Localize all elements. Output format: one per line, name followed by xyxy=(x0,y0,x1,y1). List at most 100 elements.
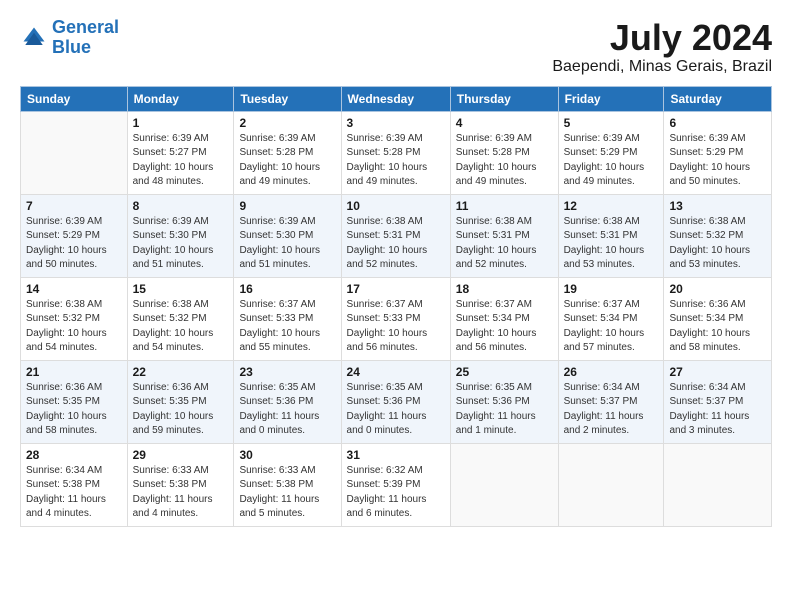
calendar-week-row: 1Sunrise: 6:39 AMSunset: 5:27 PMDaylight… xyxy=(21,111,772,194)
col-sunday: Sunday xyxy=(21,86,128,111)
day-number: 3 xyxy=(347,116,445,130)
table-row: 21Sunrise: 6:36 AMSunset: 5:35 PMDayligh… xyxy=(21,360,128,443)
table-row: 12Sunrise: 6:38 AMSunset: 5:31 PMDayligh… xyxy=(558,194,664,277)
day-number: 15 xyxy=(133,282,229,296)
table-row xyxy=(21,111,128,194)
day-detail: Sunrise: 6:34 AMSunset: 5:37 PMDaylight:… xyxy=(669,381,766,439)
day-number: 24 xyxy=(347,365,445,379)
table-row: 1Sunrise: 6:39 AMSunset: 5:27 PMDaylight… xyxy=(127,111,234,194)
table-row: 9 Sunrise: 6:39 AMSunset: 5:30 PMDaylight… xyxy=(234,194,341,277)
table-row: 4 Sunrise: 6:39 AMSunset: 5:28 PMDaylight… xyxy=(450,111,558,194)
day-detail: Sunrise: 6:38 AMSunset: 5:31 PMDaylight:… xyxy=(564,215,659,273)
day-detail: Sunrise: 6:37 AMSunset: 5:34 PMDaylight:… xyxy=(456,298,553,356)
day-detail: Sunrise: 6:34 AMSunset: 5:38 PMDaylight:… xyxy=(26,464,122,522)
day-number: 4 xyxy=(456,116,553,130)
table-row: 30 Sunrise: 6:33 AMSunset: 5:38 PMDayligh… xyxy=(234,443,341,526)
day-number: 11 xyxy=(456,199,553,213)
day-detail: Sunrise: 6:33 AMSunset: 5:38 PMDaylight:… xyxy=(239,464,335,522)
day-detail: Sunrise: 6:35 AMSunset: 5:36 PMDaylight:… xyxy=(347,381,445,439)
day-detail: Sunrise: 6:39 AMSunset: 5:29 PMDaylight:… xyxy=(669,132,766,190)
day-number: 20 xyxy=(669,282,766,296)
table-row xyxy=(558,443,664,526)
header: General Blue July 2024 Baependi, Minas G… xyxy=(20,18,772,76)
day-detail: Sunrise: 6:32 AMSunset: 5:39 PMDaylight:… xyxy=(347,464,445,522)
day-number: 27 xyxy=(669,365,766,379)
table-row: 28 Sunrise: 6:34 AMSunset: 5:38 PMDayligh… xyxy=(21,443,128,526)
day-number: 25 xyxy=(456,365,553,379)
calendar-week-row: 21 Sunrise: 6:36 AMSunset: 5:35 PMDayligh… xyxy=(21,360,772,443)
table-row: 10Sunrise: 6:38 AMSunset: 5:31 PMDayligh… xyxy=(341,194,450,277)
day-number: 5 xyxy=(564,116,659,130)
logo-text: General Blue xyxy=(52,18,119,58)
table-row: 7 Sunrise: 6:39 AMSunset: 5:29 PMDaylight… xyxy=(21,194,128,277)
table-row: 19 Sunrise: 6:37 AMSunset: 5:34 PMDayligh… xyxy=(558,277,664,360)
page-title: July 2024 xyxy=(552,18,772,58)
day-detail: Sunrise: 6:39 AMSunset: 5:30 PMDaylight:… xyxy=(239,215,335,273)
day-detail: Sunrise: 6:33 AMSunset: 5:38 PMDaylight:… xyxy=(133,464,229,522)
day-number: 26 xyxy=(564,365,659,379)
calendar-table: Sunday Monday Tuesday Wednesday Thursday… xyxy=(20,86,772,527)
calendar-week-row: 28 Sunrise: 6:34 AMSunset: 5:38 PMDayligh… xyxy=(21,443,772,526)
day-detail: Sunrise: 6:38 AMSunset: 5:31 PMDaylight:… xyxy=(456,215,553,273)
table-row: 17 Sunrise: 6:37 AMSunset: 5:33 PMDayligh… xyxy=(341,277,450,360)
day-number: 28 xyxy=(26,448,122,462)
day-detail: Sunrise: 6:36 AMSunset: 5:35 PMDaylight:… xyxy=(133,381,229,439)
day-number: 17 xyxy=(347,282,445,296)
day-number: 2 xyxy=(239,116,335,130)
day-detail: Sunrise: 6:37 AMSunset: 5:33 PMDaylight:… xyxy=(347,298,445,356)
day-number: 7 xyxy=(26,199,122,213)
col-tuesday: Tuesday xyxy=(234,86,341,111)
table-row: 2 Sunrise: 6:39 AMSunset: 5:28 PMDaylight… xyxy=(234,111,341,194)
table-row: 20 Sunrise: 6:36 AMSunset: 5:34 PMDayligh… xyxy=(664,277,772,360)
table-row xyxy=(664,443,772,526)
calendar-week-row: 7 Sunrise: 6:39 AMSunset: 5:29 PMDaylight… xyxy=(21,194,772,277)
table-row: 27 Sunrise: 6:34 AMSunset: 5:37 PMDayligh… xyxy=(664,360,772,443)
day-detail: Sunrise: 6:35 AMSunset: 5:36 PMDaylight:… xyxy=(456,381,553,439)
table-row: 11 Sunrise: 6:38 AMSunset: 5:31 PMDayligh… xyxy=(450,194,558,277)
page: General Blue July 2024 Baependi, Minas G… xyxy=(0,0,792,612)
col-monday: Monday xyxy=(127,86,234,111)
day-detail: Sunrise: 6:39 AMSunset: 5:29 PMDaylight:… xyxy=(26,215,122,273)
table-row xyxy=(450,443,558,526)
col-saturday: Saturday xyxy=(664,86,772,111)
table-row: 23 Sunrise: 6:35 AMSunset: 5:36 PMDayligh… xyxy=(234,360,341,443)
logo-line2: Blue xyxy=(52,37,91,57)
day-number: 30 xyxy=(239,448,335,462)
day-number: 6 xyxy=(669,116,766,130)
table-row: 6 Sunrise: 6:39 AMSunset: 5:29 PMDaylight… xyxy=(664,111,772,194)
day-number: 22 xyxy=(133,365,229,379)
day-number: 18 xyxy=(456,282,553,296)
day-number: 19 xyxy=(564,282,659,296)
day-detail: Sunrise: 6:37 AMSunset: 5:34 PMDaylight:… xyxy=(564,298,659,356)
logo-line1: General xyxy=(52,17,119,37)
col-thursday: Thursday xyxy=(450,86,558,111)
day-detail: Sunrise: 6:37 AMSunset: 5:33 PMDaylight:… xyxy=(239,298,335,356)
day-number: 23 xyxy=(239,365,335,379)
day-detail: Sunrise: 6:39 AMSunset: 5:28 PMDaylight:… xyxy=(239,132,335,190)
day-number: 16 xyxy=(239,282,335,296)
day-detail: Sunrise: 6:39 AMSunset: 5:28 PMDaylight:… xyxy=(456,132,553,190)
day-detail: Sunrise: 6:36 AMSunset: 5:34 PMDaylight:… xyxy=(669,298,766,356)
table-row: 15 Sunrise: 6:38 AMSunset: 5:32 PMDayligh… xyxy=(127,277,234,360)
day-number: 14 xyxy=(26,282,122,296)
table-row: 24 Sunrise: 6:35 AMSunset: 5:36 PMDayligh… xyxy=(341,360,450,443)
table-row: 3 Sunrise: 6:39 AMSunset: 5:28 PMDaylight… xyxy=(341,111,450,194)
day-number: 9 xyxy=(239,199,335,213)
table-row: 14Sunrise: 6:38 AMSunset: 5:32 PMDayligh… xyxy=(21,277,128,360)
day-number: 21 xyxy=(26,365,122,379)
table-row: 22 Sunrise: 6:36 AMSunset: 5:35 PMDayligh… xyxy=(127,360,234,443)
calendar-header-row: Sunday Monday Tuesday Wednesday Thursday… xyxy=(21,86,772,111)
logo-icon xyxy=(20,24,48,52)
day-number: 8 xyxy=(133,199,229,213)
day-detail: Sunrise: 6:39 AMSunset: 5:29 PMDaylight:… xyxy=(564,132,659,190)
day-detail: Sunrise: 6:35 AMSunset: 5:36 PMDaylight:… xyxy=(239,381,335,439)
day-number: 29 xyxy=(133,448,229,462)
table-row: 31Sunrise: 6:32 AMSunset: 5:39 PMDayligh… xyxy=(341,443,450,526)
table-row: 8Sunrise: 6:39 AMSunset: 5:30 PMDaylight… xyxy=(127,194,234,277)
day-detail: Sunrise: 6:38 AMSunset: 5:32 PMDaylight:… xyxy=(133,298,229,356)
calendar-week-row: 14 Sunrise: 6:38 AMSunset: 5:32 PMDayligh… xyxy=(21,277,772,360)
table-row: 13Sunrise: 6:38 AMSunset: 5:32 PMDayligh… xyxy=(664,194,772,277)
day-detail: Sunrise: 6:39 AMSunset: 5:28 PMDaylight:… xyxy=(347,132,445,190)
table-row: 29 Sunrise: 6:33 AMSunset: 5:38 PMDayligh… xyxy=(127,443,234,526)
table-row: 16 Sunrise: 6:37 AMSunset: 5:33 PMDayligh… xyxy=(234,277,341,360)
